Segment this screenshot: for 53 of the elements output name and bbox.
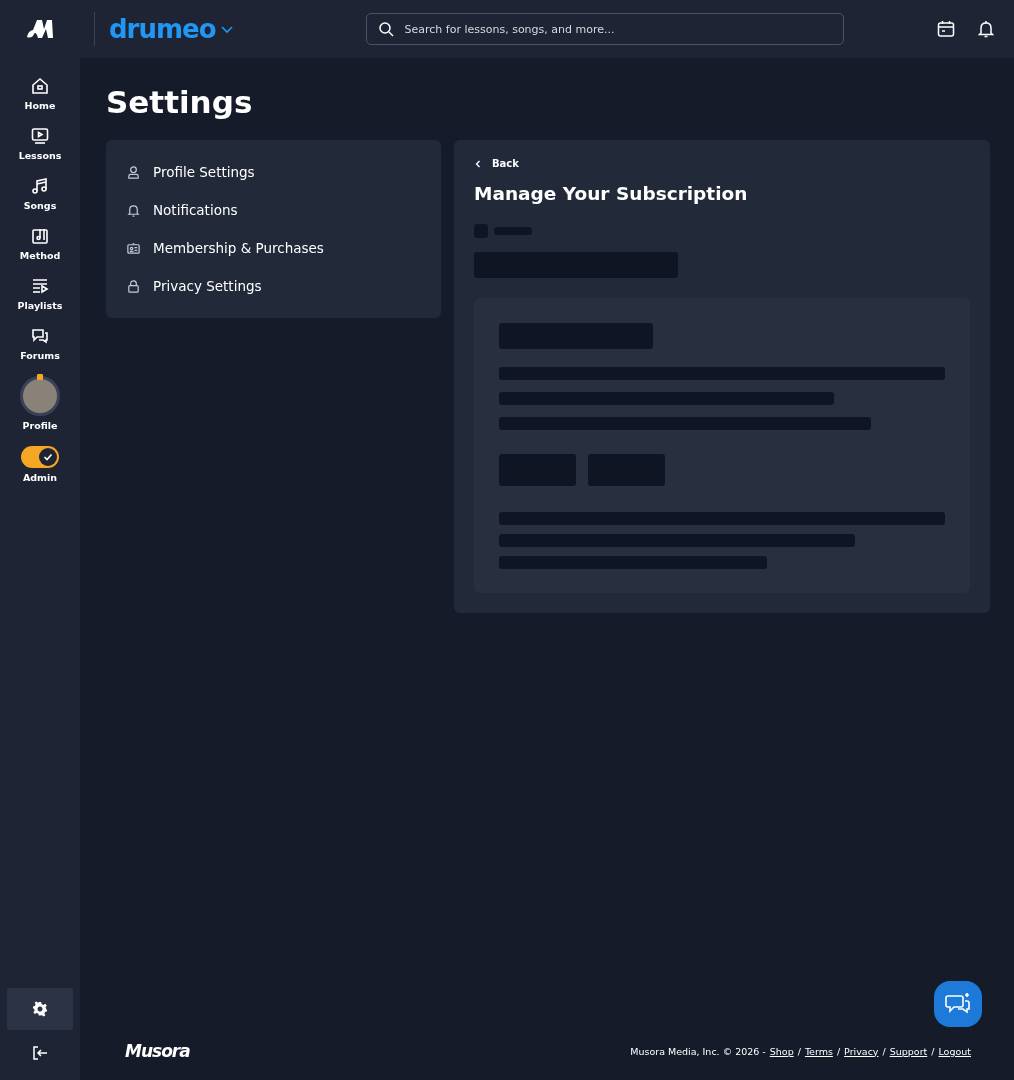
settings-button[interactable]	[7, 988, 73, 1030]
home-icon	[30, 76, 50, 96]
menu-item[interactable]: Profile Settings	[126, 155, 421, 189]
footer-link[interactable]: Terms	[804, 1045, 833, 1057]
nav-item[interactable]: Songs	[23, 176, 57, 211]
skeleton-bar	[494, 227, 532, 235]
music-note-icon	[30, 176, 50, 196]
calendar-icon[interactable]	[936, 19, 956, 39]
toggle-label: Admin	[22, 472, 58, 483]
bell-icon	[126, 202, 141, 218]
separator-text: /	[882, 1045, 886, 1057]
person-icon	[126, 164, 141, 180]
logout-icon[interactable]	[31, 1044, 49, 1062]
id-card-icon	[126, 240, 141, 256]
brand-switcher[interactable]: drumeo	[109, 14, 234, 44]
back-link[interactable]: Back	[474, 158, 970, 169]
notification-bell-icon[interactable]	[976, 19, 996, 39]
book-note-icon	[30, 226, 50, 246]
nav-item[interactable]: Forums	[20, 326, 60, 361]
avatar[interactable]	[20, 376, 60, 416]
footer-link[interactable]: Support	[889, 1045, 928, 1057]
skeleton-bar	[474, 224, 488, 238]
separator-text: /	[797, 1045, 801, 1057]
nav-label[interactable]: Profile	[22, 420, 58, 431]
chat-bubbles-icon	[30, 326, 50, 346]
nav-item[interactable]: Lessons	[18, 126, 62, 161]
footer-link[interactable]: Logout	[938, 1045, 971, 1057]
menu-item[interactable]: Privacy Settings	[126, 269, 421, 303]
musora-wordmark: Musora	[125, 1041, 190, 1061]
menu-item[interactable]: Notifications	[126, 193, 421, 227]
chevron-left-icon	[474, 159, 482, 168]
nav-item[interactable]: Home	[24, 76, 56, 111]
nav-item[interactable]: Playlists	[17, 276, 63, 311]
check-icon	[42, 451, 54, 463]
separator-text: /	[931, 1045, 935, 1057]
gear-icon	[32, 1001, 48, 1017]
admin-toggle[interactable]	[21, 446, 59, 468]
footer-link[interactable]: Shop	[769, 1045, 794, 1057]
page-title: Settings	[106, 84, 254, 120]
musora-logo-icon[interactable]	[25, 17, 55, 41]
search-icon	[377, 21, 394, 37]
chat-button[interactable]	[934, 981, 982, 1027]
chevron-down-icon	[219, 24, 234, 34]
search-field[interactable]: Search for lessons, songs, and more...	[365, 13, 844, 45]
playlist-icon	[30, 276, 50, 296]
nav-item[interactable]: Method	[19, 226, 61, 261]
footer-link[interactable]: Privacy	[844, 1045, 879, 1057]
lock-icon	[126, 278, 141, 294]
video-icon	[30, 126, 50, 146]
menu-item[interactable]: Membership & Purchases	[126, 231, 421, 265]
copyright-text: Musora Media, Inc. © 2026 -	[630, 1045, 766, 1057]
separator-text: /	[836, 1045, 841, 1057]
panel-title: Manage Your Subscription	[474, 183, 749, 204]
